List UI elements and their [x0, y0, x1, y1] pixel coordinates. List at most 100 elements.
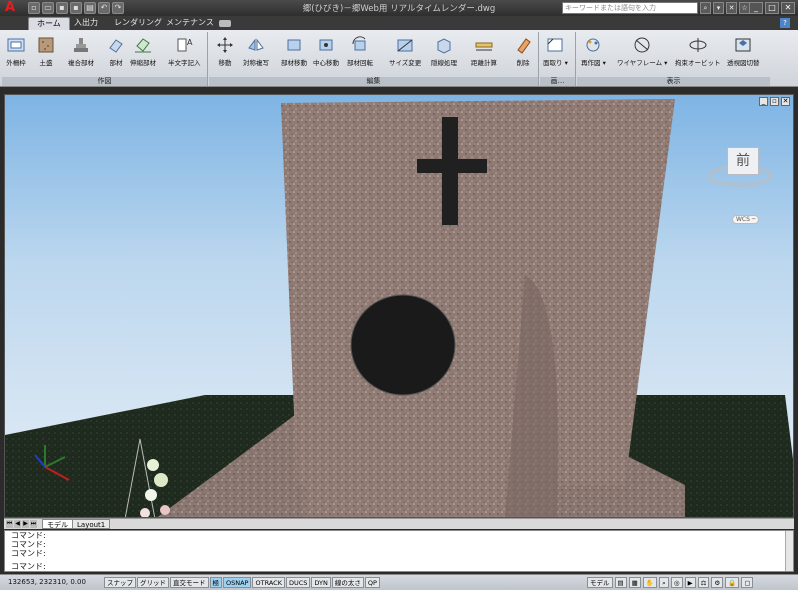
outer-fence-button[interactable]: 外柵枠	[6, 36, 26, 67]
tab-io[interactable]: 入出力	[66, 17, 106, 30]
clean-screen-icon[interactable]: ▢	[741, 577, 754, 588]
hidden-line-icon	[437, 38, 451, 54]
last-tab-arrow-icon[interactable]: ⏭	[30, 520, 37, 528]
wcs-menu[interactable]: WCS ─	[732, 215, 760, 224]
part-move-icon	[287, 39, 301, 51]
mirror-copy-button[interactable]: 対称複写	[243, 36, 269, 67]
quick-view-drawings-icon[interactable]: ▦	[628, 577, 641, 588]
maximize-button[interactable]: □	[765, 2, 779, 14]
prev-tab-arrow-icon[interactable]: ◀	[14, 520, 21, 528]
regen-button[interactable]: 再作図 ▾	[581, 36, 606, 67]
ribbon: 外柵枠 土盛 複合部材 部材 伸縮部材 A 半文字記入 作図 移動 対称複写 部…	[0, 30, 798, 87]
pan-icon[interactable]: ✋	[642, 577, 657, 588]
search-icon[interactable]: ⌕	[700, 2, 711, 14]
ribbon-minimize-toggle[interactable]	[219, 20, 231, 27]
part-rotate-icon	[352, 36, 366, 51]
viewport-minimize-button[interactable]: _	[759, 97, 768, 106]
center-move-button[interactable]: 中心移動	[313, 36, 339, 67]
part-move-button[interactable]: 部材移動	[281, 36, 307, 67]
layout-tab-navigation: ⏮ ◀ ▶ ⏭	[6, 520, 37, 528]
part-button[interactable]: 部材	[106, 36, 126, 67]
dyn-toggle[interactable]: DYN	[311, 577, 331, 588]
zoom-icon[interactable]: ⌕	[658, 577, 669, 588]
lock-icon[interactable]: 🔒	[725, 577, 740, 588]
move-icon	[217, 37, 233, 53]
center-move-icon	[319, 39, 333, 51]
panel-title-draw[interactable]: 作図	[2, 77, 207, 86]
steering-wheel-icon[interactable]: ◎	[670, 577, 683, 588]
wireframe-button[interactable]: ワイヤフレーム ▾	[617, 36, 667, 67]
search-input[interactable]: キーワードまたは語句を入力	[562, 2, 698, 14]
close-button[interactable]: ✕	[781, 2, 795, 14]
viewport-close-button[interactable]: ✕	[781, 97, 790, 106]
tab-maintenance[interactable]: メンテナンス	[158, 17, 222, 30]
otrack-toggle[interactable]: OTRACK	[252, 577, 285, 588]
grid-toggle[interactable]: グリッド	[137, 577, 169, 588]
tab-home[interactable]: ホーム	[28, 17, 70, 30]
command-window[interactable]: コマンド: コマンド: コマンド: コマンド:	[4, 530, 794, 572]
workspace-icon[interactable]: ⚙	[711, 577, 724, 588]
panel-title-view: 表示	[577, 77, 770, 86]
svg-text:X: X	[71, 476, 77, 485]
osnap-toggle[interactable]: OSNAP	[223, 577, 252, 588]
perspective-toggle-button[interactable]: 透視図切替	[727, 36, 760, 67]
delete-button[interactable]: 削除	[513, 36, 533, 67]
resize-icon	[397, 39, 413, 52]
layout-tabs: ⏮ ◀ ▶ ⏭ モデル Layout1	[4, 518, 794, 529]
stretch-part-button[interactable]: 伸縮部材	[130, 36, 156, 67]
soil-button[interactable]: 土盛	[36, 36, 56, 67]
part-rotate-button[interactable]: 部材回転	[347, 36, 373, 67]
drafting-toggles: スナップ グリッド 直交モード 極 OSNAP OTRACK DUCS DYN …	[104, 577, 380, 588]
constrained-orbit-button[interactable]: 拘束オービット	[675, 36, 721, 67]
coordinate-readout[interactable]: 132653, 232310, 0.00	[8, 578, 86, 586]
composite-part-icon	[74, 38, 88, 52]
tab-model[interactable]: モデル	[42, 519, 73, 529]
communication-icon[interactable]: ✕	[726, 2, 737, 14]
composite-part-button[interactable]: 複合部材	[68, 36, 94, 67]
part-icon	[109, 39, 123, 53]
ortho-toggle[interactable]: 直交モード	[170, 577, 209, 588]
next-tab-arrow-icon[interactable]: ▶	[22, 520, 29, 528]
window-controls: _ □ ✕	[749, 2, 795, 14]
chamfer-icon	[547, 38, 563, 52]
move-button[interactable]: 移動	[215, 36, 235, 67]
resize-button[interactable]: サイズ変更	[389, 36, 421, 67]
dropdown-icon[interactable]: ▾	[713, 2, 724, 14]
ducs-toggle[interactable]: DUCS	[285, 577, 311, 588]
eraser-icon	[517, 38, 531, 54]
first-tab-arrow-icon[interactable]: ⏮	[6, 520, 13, 528]
showmotion-icon[interactable]: ▶	[684, 577, 696, 588]
quick-view-layouts-icon[interactable]: ▤	[614, 577, 627, 588]
cross-horizontal	[417, 159, 487, 173]
status-bar: 132653, 232310, 0.00 スナップ グリッド 直交モード 極 O…	[0, 574, 798, 590]
help-icon[interactable]: ?	[780, 18, 790, 28]
panel-edit: 移動 対称複写 部材移動 中心移動 部材回転 サイズ変更 隠線処理 距離計算 削…	[209, 32, 539, 86]
hidden-line-button[interactable]: 隠線処理	[431, 36, 457, 67]
chamfer-button[interactable]: 面取り ▾	[543, 36, 568, 67]
viewcube[interactable]: 前	[705, 135, 775, 195]
panel-title-drawing: 画…	[540, 77, 575, 86]
drawing-viewport[interactable]: Z Y X _ ▫ ✕ 前 WCS ─	[4, 94, 794, 518]
panel-title-edit: 編集	[209, 77, 538, 86]
orbit-icon	[689, 38, 707, 52]
command-scrollbar[interactable]	[785, 531, 793, 571]
panel-draw: 外柵枠 土盛 複合部材 部材 伸縮部材 A 半文字記入 作図	[2, 32, 208, 86]
half-char-input-button[interactable]: A 半文字記入	[168, 36, 201, 67]
viewport-window-controls: _ ▫ ✕	[759, 97, 790, 106]
annotation-scale-icon[interactable]: ⚖	[697, 577, 710, 588]
title-bar: A ▫ ▭ ▪ ▪ ▤ ↶ ↷ 郷(ひびき)－郷Web用 リアルタイムレンダー.…	[0, 0, 798, 16]
distance-calc-icon	[475, 42, 493, 51]
tab-layout1[interactable]: Layout1	[72, 519, 111, 529]
viewport-restore-button[interactable]: ▫	[770, 97, 779, 106]
command-prompt[interactable]: コマンド:	[11, 562, 46, 571]
model-space-button[interactable]: モデル	[587, 577, 613, 588]
3d-scene: Z Y X	[5, 99, 793, 517]
minimize-button[interactable]: _	[749, 2, 763, 14]
wireframe-icon	[634, 37, 650, 53]
polar-toggle[interactable]: 極	[209, 577, 222, 588]
distance-calc-button[interactable]: 距離計算	[471, 36, 497, 67]
lineweight-toggle[interactable]: 線の太さ	[331, 577, 364, 588]
viewcube-front-face[interactable]: 前	[727, 147, 759, 175]
qp-toggle[interactable]: QP	[364, 577, 380, 588]
snap-toggle[interactable]: スナップ	[104, 577, 136, 588]
